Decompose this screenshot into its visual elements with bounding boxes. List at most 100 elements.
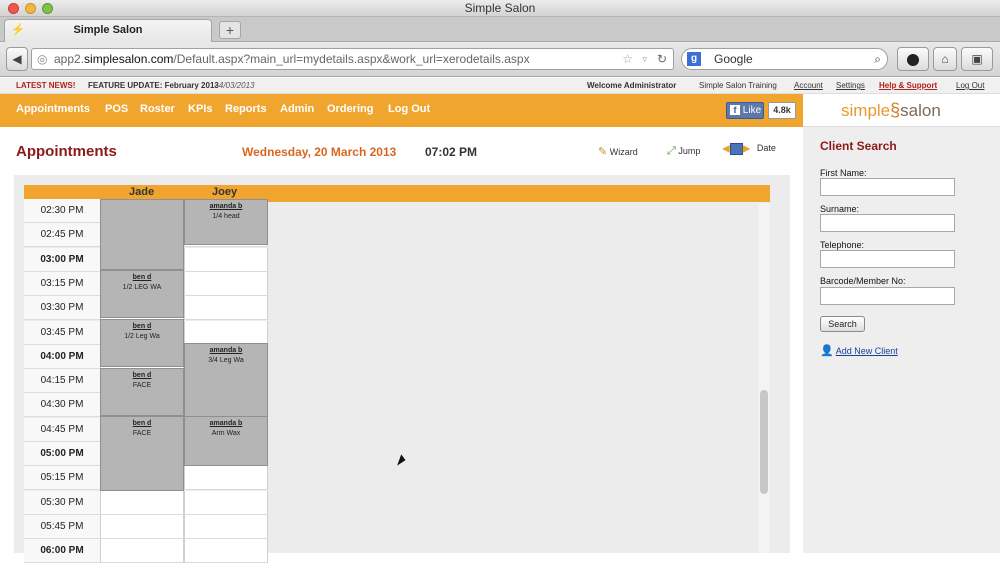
appointment-client[interactable]: amanda b <box>185 202 267 212</box>
favicon-icon: ⚡ <box>11 24 25 36</box>
browser-toolbar: ◀ ◎ app2.simplesalon.com/Default.aspx?ma… <box>0 42 1000 77</box>
barcode-label: Barcode/Member No: <box>820 276 906 286</box>
appointment-block[interactable] <box>100 199 184 270</box>
magnifier-icon[interactable]: ⌕ <box>874 49 881 69</box>
calendar-icon[interactable] <box>729 143 743 155</box>
nav-logout[interactable]: Log Out <box>388 103 430 115</box>
slot-jade[interactable] <box>100 515 184 539</box>
slot-joey[interactable] <box>184 272 268 296</box>
main-nav: Appointments POS Roster KPIs Reports Adm… <box>0 94 803 127</box>
appointment-block[interactable]: amanda b Arm Wax <box>184 416 268 466</box>
nav-ordering[interactable]: Ordering <box>327 103 373 115</box>
search-button[interactable]: Search <box>820 316 865 332</box>
slot-joey[interactable] <box>184 296 268 320</box>
wizard-button[interactable]: ✎ Wizard <box>598 145 638 158</box>
google-icon: g <box>687 52 701 66</box>
news-bar: LATEST NEWS! FEATURE UPDATE: February 20… <box>0 78 1000 94</box>
simplesalon-logo[interactable]: simple§salon <box>841 100 941 121</box>
expand-arrows-icon: ⤢ <box>667 145 676 157</box>
staff-jade[interactable]: Jade <box>129 186 154 198</box>
back-button[interactable]: ◀ <box>6 47 28 71</box>
appointment-client[interactable]: ben d <box>101 419 183 429</box>
help-link[interactable]: Help & Support <box>879 78 937 94</box>
welcome-text: Welcome Administrator <box>587 81 677 90</box>
nav-pos[interactable]: POS <box>105 103 128 115</box>
add-new-client-link[interactable]: 👤 Add New Client <box>820 344 898 357</box>
addon-button[interactable] <box>897 47 929 71</box>
appointment-service: 1/2 Leg Wa <box>124 333 160 340</box>
facebook-icon: f <box>730 105 740 115</box>
slot-jade[interactable] <box>100 491 184 515</box>
menu-button[interactable]: ▣ <box>961 47 993 71</box>
zoom-window-button[interactable] <box>42 3 53 14</box>
back-arrow-icon: ◀ <box>12 52 22 66</box>
close-window-button[interactable] <box>8 3 19 14</box>
account-link[interactable]: Account <box>794 78 823 94</box>
appointment-block[interactable]: ben d 1/2 Leg Wa <box>100 319 184 367</box>
news-headline[interactable]: FEATURE UPDATE: February 2013 <box>88 78 219 94</box>
slot-joey[interactable] <box>184 515 268 539</box>
appointment-client[interactable]: amanda b <box>185 419 267 429</box>
grid-scroll-track[interactable] <box>758 203 770 553</box>
appointment-block[interactable]: ben d FACE <box>100 416 184 491</box>
new-tab-button[interactable]: + <box>219 21 241 39</box>
jump-button[interactable]: ⤢ Jump <box>667 145 700 158</box>
news-label: LATEST NEWS! <box>16 81 76 90</box>
barcode-input[interactable] <box>820 287 955 305</box>
appointment-client[interactable]: amanda b <box>185 346 267 356</box>
appointment-block[interactable]: ben d FACE <box>100 368 184 416</box>
current-date: Wednesday, 20 March 2013 <box>242 145 397 159</box>
appointment-block[interactable]: ben d 1/2 LEG WA <box>100 270 184 318</box>
time-slot-label: 05:30 PM <box>24 491 100 515</box>
settings-link[interactable]: Settings <box>836 78 865 94</box>
appointment-service: FACE <box>132 382 152 389</box>
date-picker-button[interactable]: ◀ ▶ Date <box>722 143 776 155</box>
appointment-block[interactable]: amanda b 1/4 head <box>184 199 268 245</box>
url-bar[interactable]: ◎ app2.simplesalon.com/Default.aspx?main… <box>31 48 674 70</box>
appointment-client[interactable]: ben d <box>101 322 183 332</box>
logo-text-simple: simple <box>841 101 891 120</box>
next-day-icon[interactable]: ▶ <box>743 143 751 154</box>
logo-text-salon: salon <box>900 101 941 120</box>
like-label: Like <box>742 105 762 116</box>
dropdown-icon[interactable]: ▿ <box>642 49 647 69</box>
window-title: Simple Salon <box>464 1 536 15</box>
slot-jade[interactable] <box>100 539 184 563</box>
minimize-window-button[interactable] <box>25 3 36 14</box>
nav-reports[interactable]: Reports <box>225 103 267 115</box>
client-search-title: Client Search <box>820 139 897 153</box>
search-engine-label: Google <box>714 52 753 66</box>
time-slot-label: 02:45 PM <box>24 223 100 247</box>
reload-icon[interactable]: ↻ <box>657 49 667 69</box>
appointment-client[interactable]: ben d <box>101 273 183 283</box>
slot-joey[interactable] <box>184 321 268 345</box>
slot-joey[interactable] <box>184 539 268 563</box>
page-title: Appointments <box>16 143 117 160</box>
first-name-input[interactable] <box>820 178 955 196</box>
wand-icon: ✎ <box>598 146 608 158</box>
slot-joey[interactable] <box>184 248 268 272</box>
wizard-label: Wizard <box>609 147 638 157</box>
nav-roster[interactable]: Roster <box>140 103 175 115</box>
grid-scrollbar[interactable] <box>760 390 768 494</box>
search-input[interactable]: g Google ⌕ <box>681 48 888 70</box>
training-link[interactable]: Simple Salon Training <box>699 78 777 94</box>
prev-day-icon[interactable]: ◀ <box>722 143 730 154</box>
surname-input[interactable] <box>820 214 955 232</box>
news-date: - 4/03/2013 <box>214 81 255 90</box>
home-button[interactable]: ⌂ <box>933 47 957 71</box>
nav-appointments[interactable]: Appointments <box>16 103 90 115</box>
slot-joey[interactable] <box>184 466 268 490</box>
staff-joey[interactable]: Joey <box>212 186 237 198</box>
url-path: /Default.aspx?main_url=mydetails.aspx&wo… <box>173 52 530 66</box>
menu-icon: ▣ <box>971 52 983 66</box>
telephone-input[interactable] <box>820 250 955 268</box>
facebook-like-button[interactable]: f Like <box>726 102 764 119</box>
appointment-client[interactable]: ben d <box>101 371 183 381</box>
slot-joey[interactable] <box>184 491 268 515</box>
logout-link[interactable]: Log Out <box>956 78 984 94</box>
nav-kpis[interactable]: KPIs <box>188 103 212 115</box>
bookmark-star-icon[interactable]: ☆ <box>622 49 633 69</box>
browser-tab[interactable]: ⚡ Simple Salon <box>4 19 212 42</box>
nav-admin[interactable]: Admin <box>280 103 314 115</box>
